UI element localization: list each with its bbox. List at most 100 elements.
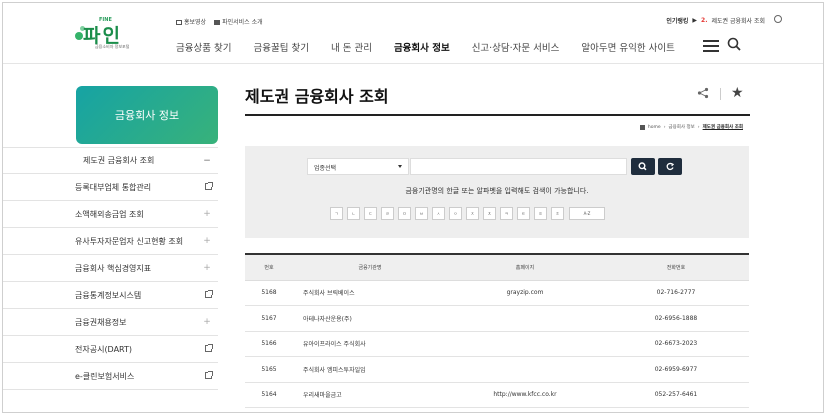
logo-mark-dot — [75, 32, 83, 40]
expand-icon: + — [203, 263, 211, 273]
consonant-button[interactable]: ㅅ — [432, 207, 445, 220]
action-divider — [720, 88, 721, 100]
breadcrumb: home › 금융회사 정보 › 제도권 금융회사 조회 — [639, 124, 743, 130]
sidebar-item-label: 등록대부업체 통합관리 — [75, 182, 152, 192]
sidebar-item-loan-registry[interactable]: 등록대부업체 통합관리 — [3, 174, 218, 201]
consonant-button[interactable]: ㅍ — [534, 207, 547, 220]
cell-phone: 02-716-2777 — [603, 280, 749, 306]
consonant-button[interactable]: ㅋ — [500, 207, 513, 220]
cell-no: 5165 — [245, 356, 293, 383]
column-header-homepage: 홈페이지 — [447, 254, 603, 281]
page-title: 제도권 금융회사 조회 — [245, 87, 389, 106]
popular-label: 인기랭킹 — [666, 18, 689, 25]
sidebar-item-label: e-클린보험서비스 — [75, 371, 135, 381]
consonant-button[interactable]: ㅊ — [483, 207, 496, 220]
search-icon[interactable] — [727, 37, 741, 51]
hamburger-menu-icon[interactable] — [703, 40, 719, 52]
title-underline — [245, 114, 750, 116]
breadcrumb-current[interactable]: 제도권 금융회사 조회 — [703, 124, 743, 130]
external-link-icon — [205, 344, 213, 352]
sidebar-item-jobs[interactable]: 금융권채용정보 + — [3, 309, 218, 336]
sidebar-item-label: 금융통계정보시스템 — [75, 290, 142, 300]
consonant-button[interactable]: ㅇ — [449, 207, 462, 220]
chevron-right-icon: › — [697, 124, 700, 130]
consonant-button[interactable]: ㄷ — [364, 207, 377, 220]
breadcrumb-home[interactable]: home — [648, 125, 661, 130]
bookmark-star-icon[interactable]: ★ — [731, 85, 744, 101]
sidebar-title-text: 금융회사 정보 — [114, 109, 180, 122]
consonant-button[interactable]: ㅈ — [466, 207, 479, 220]
sidebar-item-label: 금융회사 핵심경영지표 — [75, 263, 152, 273]
breadcrumb-section[interactable]: 금융회사 정보 — [669, 124, 695, 130]
consonant-button[interactable]: ㅎ — [551, 207, 564, 220]
sidebar-item-label: 소액해외송금업 조회 — [75, 209, 144, 219]
table-row[interactable]: 5165 주식회사 엠피스투자일임 02-6959-6977 — [245, 356, 749, 383]
table-row[interactable]: 5167 아테나자산운용(주) 02-6956-1888 — [245, 305, 749, 332]
sidebar-item-label: 전자공시(DART) — [75, 344, 133, 354]
nav-useful-sites[interactable]: 알아두면 유익한 사이트 — [581, 40, 674, 54]
consonant-button[interactable]: ㄹ — [381, 207, 394, 220]
table-row[interactable]: 5168 주식회사 브릭베이스 grayzip.com 02-716-2777 — [245, 280, 749, 306]
sidebar-item-statistics[interactable]: 금융통계정보시스템 — [3, 282, 218, 309]
sidebar-menu: 제도권 금융회사 조회 − 등록대부업체 통합관리 소액해외송금업 조회 + 유사투… — [3, 147, 218, 390]
search-input[interactable] — [410, 158, 627, 175]
info-icon — [214, 20, 221, 25]
cell-homepage[interactable]: http://www.kfcc.co.kr — [447, 382, 603, 408]
external-link-icon — [205, 290, 213, 298]
cell-name[interactable]: 유아이프라이스 주식회사 — [293, 331, 447, 357]
external-link-icon — [205, 371, 213, 379]
sidebar-item-investment-advisor[interactable]: 유사투자자문업자 신고현황 조회 + — [3, 228, 218, 255]
popular-ranking[interactable]: 인기랭킹 ▶ 2. 제도권 금융회사 조회 — [666, 15, 782, 25]
cell-homepage[interactable] — [447, 356, 603, 383]
cell-homepage[interactable] — [447, 331, 603, 357]
external-link-icon — [205, 182, 213, 190]
top-link-video-label: 홍보영상 — [184, 19, 207, 26]
sidebar-item-company-lookup[interactable]: 제도권 금융회사 조회 − — [3, 147, 218, 174]
industry-select[interactable]: 업종선택 — [307, 158, 409, 175]
sidebar-item-dart[interactable]: 전자공시(DART) — [3, 336, 218, 363]
search-button[interactable] — [631, 158, 655, 175]
play-icon: ▶ — [692, 17, 698, 24]
nav-tips[interactable]: 금융꿀팁 찾기 — [253, 40, 308, 54]
home-icon[interactable] — [639, 124, 645, 130]
settings-icon[interactable] — [774, 15, 782, 23]
cell-name[interactable]: 주식회사 브릭베이스 — [293, 280, 447, 306]
cell-no: 5166 — [245, 331, 293, 357]
nav-company-info[interactable]: 금융회사 정보 — [394, 40, 450, 54]
consonant-button[interactable]: ㅂ — [415, 207, 428, 220]
search-icon — [638, 162, 647, 171]
consonant-button[interactable]: ㄱ — [330, 207, 343, 220]
cell-homepage[interactable]: grayzip.com — [447, 280, 603, 306]
cell-name[interactable]: 우리새마을금고 — [293, 382, 447, 408]
sidebar-item-key-indicators[interactable]: 금융회사 핵심경영지표 + — [3, 255, 218, 282]
nav-report[interactable]: 신고·상담·자문 서비스 — [472, 40, 560, 54]
column-header-no: 번호 — [245, 254, 293, 281]
cell-name[interactable]: 아테나자산운용(주) — [293, 305, 447, 332]
sidebar-item-overseas-remittance[interactable]: 소액해외송금업 조회 + — [3, 201, 218, 228]
expand-icon: + — [203, 209, 211, 219]
cell-phone: 02-6959-6977 — [603, 356, 749, 383]
cell-name[interactable]: 주식회사 엠피스투자일임 — [293, 356, 447, 383]
cell-homepage[interactable] — [447, 305, 603, 332]
nav-money[interactable]: 내 돈 관리 — [331, 40, 372, 54]
cell-phone: 02-6956-1888 — [603, 305, 749, 332]
consonant-button[interactable]: ㅌ — [517, 207, 530, 220]
consonant-button[interactable]: ㄴ — [347, 207, 360, 220]
industry-select-value: 업종선택 — [314, 165, 337, 172]
share-icon[interactable] — [697, 87, 709, 99]
top-link-service-label: 파인서비스 소개 — [222, 19, 263, 26]
browser-viewport: FINE 파인 금융소비자 정보포털 홍보영상 파인서비스 소개 인기랭킹 ▶ … — [2, 2, 824, 413]
top-link-service[interactable]: 파인서비스 소개 — [214, 17, 263, 26]
search-panel: 업종선택 금융기관명의 한글 또는 알파벳을 입력해도 검색이 가능합니다. ㄱ… — [245, 146, 749, 238]
alphabet-button[interactable]: A-Z — [569, 207, 605, 220]
top-link-video[interactable]: 홍보영상 — [176, 17, 206, 26]
nav-product[interactable]: 금융상품 찾기 — [176, 40, 231, 54]
table-row[interactable]: 5166 유아이프라이스 주식회사 02-6673-2023 — [245, 331, 749, 357]
reset-button[interactable] — [658, 158, 682, 175]
sidebar-item-eclean[interactable]: e-클린보험서비스 — [3, 363, 218, 390]
table-row[interactable]: 5164 우리새마을금고 http://www.kfcc.co.kr 052-2… — [245, 382, 749, 408]
sidebar-item-label: 금융권채용정보 — [75, 317, 127, 327]
site-logo[interactable]: FINE 파인 금융소비자 정보포털 — [69, 17, 169, 53]
expand-icon: + — [203, 236, 211, 246]
consonant-button[interactable]: ㅁ — [398, 207, 411, 220]
